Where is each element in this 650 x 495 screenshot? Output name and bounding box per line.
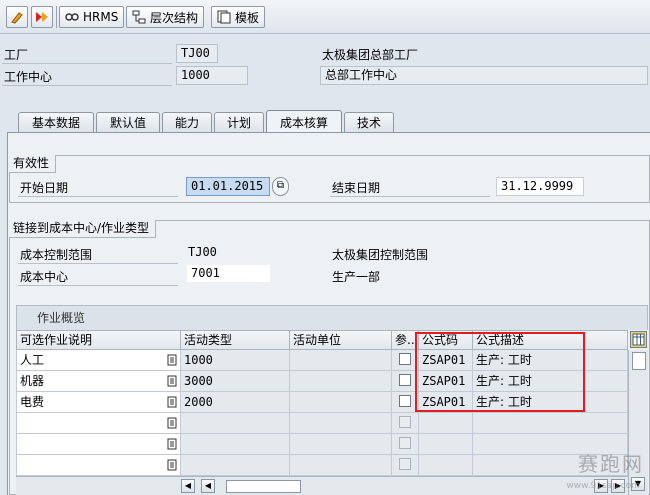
horizontal-scroll-thumb[interactable]	[226, 480, 301, 493]
value-help-icon[interactable]	[167, 438, 177, 450]
workcenter-label: 工作中心	[4, 70, 53, 84]
table-settings-icon	[632, 333, 645, 346]
table-row-2-unit[interactable]	[290, 371, 392, 392]
value-help-icon[interactable]	[167, 417, 177, 429]
scroll-left-button[interactable]: ◀	[201, 479, 215, 493]
plant-label: 工厂	[4, 48, 29, 62]
table-row-6-formula[interactable]	[419, 455, 473, 476]
value-help-icon[interactable]	[167, 396, 177, 408]
plant-description: 太极集团总部工厂	[322, 48, 419, 62]
row-3-reference-checkbox[interactable]	[399, 395, 411, 407]
table-row-4-unit[interactable]	[290, 413, 392, 434]
table-row-4-formula-desc	[473, 413, 628, 434]
validity-title: 有效性	[9, 155, 57, 173]
hierarchy-button[interactable]: 层次结构	[126, 6, 205, 28]
plant-field[interactable]: TJ00	[176, 44, 218, 63]
row-2-reference-checkbox[interactable]	[399, 374, 411, 386]
controlling-area-description: 太极集团控制范围	[332, 248, 429, 262]
hierarchy-icon	[132, 10, 146, 24]
table-row-2-description[interactable]: 机器	[16, 371, 181, 392]
col-header-description[interactable]: 可选作业说明	[16, 330, 181, 350]
watermark-url: www.91sap.com	[566, 481, 640, 491]
table-row-3-unit[interactable]	[290, 392, 392, 413]
application-toolbar: HRMS 层次结构 模板	[0, 0, 650, 34]
col-header-activity-unit[interactable]: 活动单位	[290, 330, 392, 350]
row-5-reference-checkbox[interactable]	[399, 437, 411, 449]
tab-capacity[interactable]: 能力	[162, 112, 212, 132]
tab-basic-data[interactable]: 基本数据	[18, 112, 94, 132]
row-2-desc-text: 机器	[20, 374, 45, 388]
pencil-glasses-icon	[11, 12, 23, 24]
tab-technical[interactable]: 技术	[344, 112, 394, 132]
template-button[interactable]: 模板	[211, 6, 266, 28]
table-row-4-formula[interactable]	[419, 413, 473, 434]
table-row-4-reference	[392, 413, 419, 434]
hrms-label: HRMS	[83, 10, 119, 24]
row-1-reference-checkbox[interactable]	[399, 353, 411, 365]
tab-scheduling[interactable]: 计划	[214, 112, 264, 132]
end-date-label: 结束日期	[332, 181, 381, 195]
template-icon	[217, 10, 231, 24]
arrow-first-icon: ◀	[184, 481, 192, 490]
row-1-desc-text: 人工	[20, 353, 45, 367]
scroll-first-button[interactable]: ◀	[181, 479, 195, 493]
row-4-reference-checkbox[interactable]	[399, 416, 411, 428]
table-row-3-description[interactable]: 电费	[16, 392, 181, 413]
calendar-picker-button[interactable]: ⧉	[272, 177, 289, 196]
template-label: 模板	[235, 10, 260, 25]
table-row-5-unit[interactable]	[290, 434, 392, 455]
tab-costing[interactable]: 成本核算	[266, 110, 342, 133]
table-row-5-formula[interactable]	[419, 434, 473, 455]
table-row-2-activity[interactable]: 3000	[181, 371, 290, 392]
table-row-3-activity[interactable]: 2000	[181, 392, 290, 413]
toggle-button[interactable]	[31, 6, 53, 28]
start-date-label: 开始日期	[20, 181, 69, 195]
row-3-desc-text: 电费	[20, 395, 45, 409]
table-row-5-reference	[392, 434, 419, 455]
controlling-area-value: TJ00	[188, 245, 217, 259]
table-row-6-reference	[392, 455, 419, 476]
value-help-icon[interactable]	[167, 375, 177, 387]
workcenter-field[interactable]: 1000	[176, 66, 248, 85]
start-date-field[interactable]: 01.01.2015	[186, 177, 270, 196]
value-help-icon[interactable]	[167, 354, 177, 366]
table-row-5-activity[interactable]	[181, 434, 290, 455]
table-row-6-unit[interactable]	[290, 455, 392, 476]
table-row-6-activity[interactable]	[181, 455, 290, 476]
arrow-left-icon: ◀	[204, 481, 212, 490]
table-row-1-activity[interactable]: 1000	[181, 350, 290, 371]
cost-center-label: 成本中心	[20, 270, 69, 284]
toggle-arrows-icon	[36, 12, 48, 22]
vertical-scroll-thumb[interactable]	[632, 352, 646, 370]
hrms-button[interactable]: HRMS	[59, 6, 125, 28]
watermark-logo: 赛跑网	[578, 452, 644, 476]
workcenter-description: 总部工作中心	[320, 66, 648, 85]
link-icon	[65, 13, 79, 21]
hierarchy-label: 层次结构	[150, 10, 199, 25]
table-row-6-description[interactable]	[16, 455, 181, 476]
end-date-field[interactable]: 31.12.9999	[496, 177, 584, 196]
table-row-1-description[interactable]: 人工	[16, 350, 181, 371]
change-display-button[interactable]	[6, 6, 28, 28]
table-row-4-activity[interactable]	[181, 413, 290, 434]
table-row-4-description[interactable]	[16, 413, 181, 434]
controlling-area-label: 成本控制范围	[20, 248, 93, 262]
table-row-5-description[interactable]	[16, 434, 181, 455]
value-help-icon[interactable]	[167, 459, 177, 471]
cost-center-field[interactable]: 7001	[186, 264, 271, 283]
cost-center-description: 生产一部	[332, 270, 381, 284]
tab-defaults[interactable]: 默认值	[96, 112, 160, 132]
calendar-icon: ⧉	[276, 180, 285, 191]
cost-center-link-title: 链接到成本中心/作业类型	[9, 220, 157, 238]
col-header-activity-type[interactable]: 活动类型	[181, 330, 290, 350]
activity-overview-title: 作业概览	[16, 305, 648, 330]
horizontal-scrollbar[interactable]: ◀ ◀ ▶ ▶	[16, 476, 628, 495]
formula-highlight-box	[415, 332, 585, 412]
table-settings-button[interactable]	[630, 331, 647, 348]
table-row-1-unit[interactable]	[290, 350, 392, 371]
row-6-reference-checkbox[interactable]	[399, 458, 411, 470]
